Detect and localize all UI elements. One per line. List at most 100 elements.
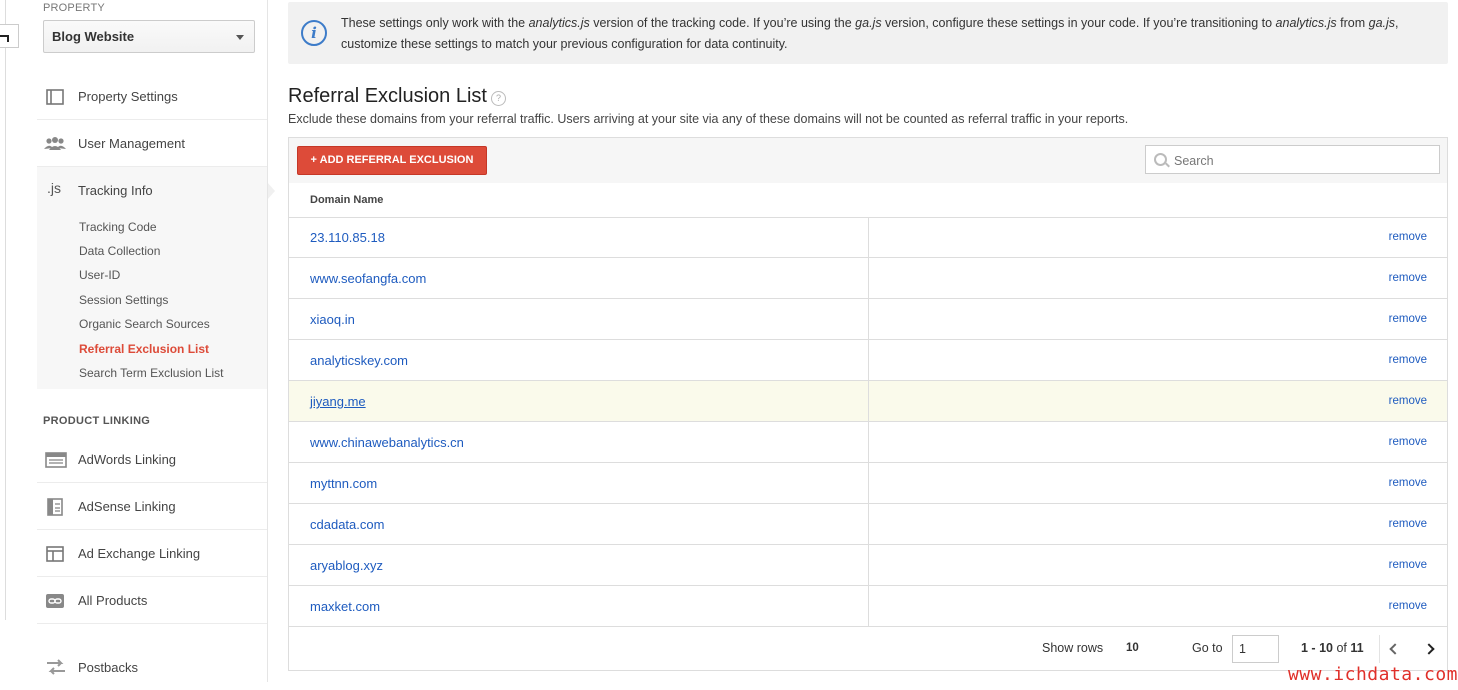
table-row: www.chinawebanalytics.cn remove [289,422,1447,463]
sidebar-item-postbacks[interactable]: Postbacks [37,644,267,690]
sidebar-subitem-organic-search-sources[interactable]: Organic Search Sources [79,317,210,331]
domain-link[interactable]: maxket.com [310,599,380,614]
postbacks-icon [47,659,65,675]
remove-link[interactable]: remove [1389,231,1427,243]
sidebar-subitem-search-term-exclusion-list[interactable]: Search Term Exclusion List [79,366,224,380]
remove-link[interactable]: remove [1389,559,1427,571]
remove-link[interactable]: remove [1389,395,1427,407]
show-rows-select[interactable]: 10 [1126,642,1139,654]
table-row: jiyang.me remove [289,381,1447,422]
table-row: xiaoq.in remove [289,299,1447,340]
info-icon: i [301,20,327,46]
column-divider [868,463,869,503]
domain-link[interactable]: 23.110.85.18 [310,230,385,245]
add-referral-exclusion-button[interactable]: + ADD REFERRAL EXCLUSION [297,146,487,175]
table-toolbar: + ADD REFERRAL EXCLUSION [289,138,1447,184]
domain-link[interactable]: cdadata.com [310,517,384,532]
column-divider [868,504,869,544]
adsense-icon [47,498,63,516]
table-row: maxket.com remove [289,586,1447,627]
search-input[interactable] [1172,150,1436,171]
info-banner: i These settings only work with the anal… [288,2,1448,64]
sidebar-item-label: Property Settings [78,89,178,104]
table-row: www.seofangfa.com remove [289,258,1447,299]
domain-link[interactable]: xiaoq.in [310,312,355,327]
sidebar-subitem-tracking-code[interactable]: Tracking Code [79,220,157,234]
column-header-domain-name[interactable]: Domain Name [310,194,383,206]
domain-link[interactable]: www.chinawebanalytics.cn [310,435,464,450]
adwords-icon [45,452,67,468]
column-divider [868,340,869,380]
next-page-icon[interactable] [1416,635,1444,663]
chevron-down-icon [236,35,244,40]
domain-link[interactable]: jiyang.me [310,394,366,409]
sidebar-item-ad-exchange-linking[interactable]: Ad Exchange Linking [37,531,267,577]
sidebar-divider [267,0,268,682]
table-header: Domain Name [289,183,1447,218]
sidebar-item-all-products[interactable]: All Products [37,578,267,624]
table-row: 23.110.85.18 remove [289,217,1447,258]
column-divider [868,586,869,626]
left-edge-line [5,0,6,620]
help-icon[interactable]: ? [491,91,506,106]
sidebar-item-label: All Products [78,593,148,608]
sidebar-item-adsense-linking[interactable]: AdSense Linking [37,484,267,530]
sidebar: PROPERTY Blog Website Property Settings … [37,0,275,682]
domain-link[interactable]: analyticskey.com [310,353,408,368]
column-divider [868,217,869,257]
column-divider [868,381,869,421]
show-rows-label: Show rows [1042,641,1104,655]
sidebar-item-label: Ad Exchange Linking [78,546,201,561]
sidebar-item-label: User Management [78,136,185,151]
property-settings-icon [46,89,64,105]
table-body: 23.110.85.18 remove www.seofangfa.com remov… [289,217,1447,627]
domain-link[interactable]: aryablog.xyz [310,558,383,573]
active-section-pointer [267,182,275,200]
sidebar-item-tracking-info[interactable]: .js Tracking Info [37,168,267,214]
users-icon [44,137,66,150]
property-label: PROPERTY [43,2,105,14]
table-row: aryablog.xyz remove [289,545,1447,586]
sidebar-subitem-data-collection[interactable]: Data Collection [79,244,160,258]
column-divider [868,422,869,462]
js-icon: .js [47,180,61,196]
info-banner-text: These settings only work with the analyt… [341,16,1399,51]
go-to-page-input[interactable] [1232,635,1279,663]
page-description: Exclude these domains from your referral… [288,112,1129,126]
property-selector[interactable]: Blog Website [43,20,255,53]
search-box[interactable] [1145,145,1440,174]
remove-link[interactable]: remove [1389,436,1427,448]
pagination: Show rows 10 Go to 1 - 10 of 11 [289,628,1447,670]
domain-link[interactable]: myttnn.com [310,476,377,491]
sidebar-item-property-settings[interactable]: Property Settings [37,74,267,120]
table-row: cdadata.com remove [289,504,1447,545]
sidebar-item-adwords-linking[interactable]: AdWords Linking [37,437,267,483]
go-to-label: Go to [1192,641,1223,655]
remove-link[interactable]: remove [1389,477,1427,489]
table-row: analyticskey.com remove [289,340,1447,381]
collapse-panel-handle[interactable] [0,24,19,48]
sidebar-item-label: AdWords Linking [78,452,177,467]
sidebar-subitem-session-settings[interactable]: Session Settings [79,293,168,307]
table-row: myttnn.com remove [289,463,1447,504]
column-divider [868,258,869,298]
remove-link[interactable]: remove [1389,313,1427,325]
sidebar-item-label: Postbacks [78,660,138,675]
remove-link[interactable]: remove [1389,518,1427,530]
previous-page-icon[interactable] [1379,635,1408,663]
sidebar-item-label: Tracking Info [78,183,153,198]
search-icon [1154,153,1167,166]
remove-link[interactable]: remove [1389,354,1427,366]
sidebar-subitem-user-id[interactable]: User-ID [79,268,120,282]
product-linking-heading: PRODUCT LINKING [43,415,151,427]
remove-link[interactable]: remove [1389,600,1427,612]
page-title: Referral Exclusion List [288,85,487,107]
page-range: 1 - 10 of 11 [1301,641,1364,655]
referral-exclusion-table: + ADD REFERRAL EXCLUSION Domain Name 23.… [288,137,1448,671]
sidebar-item-user-management[interactable]: User Management [37,121,267,167]
column-divider [868,545,869,585]
sidebar-subitem-referral-exclusion-list[interactable]: Referral Exclusion List [79,342,209,356]
remove-link[interactable]: remove [1389,272,1427,284]
domain-link[interactable]: www.seofangfa.com [310,271,426,286]
property-selector-value: Blog Website [52,29,135,44]
